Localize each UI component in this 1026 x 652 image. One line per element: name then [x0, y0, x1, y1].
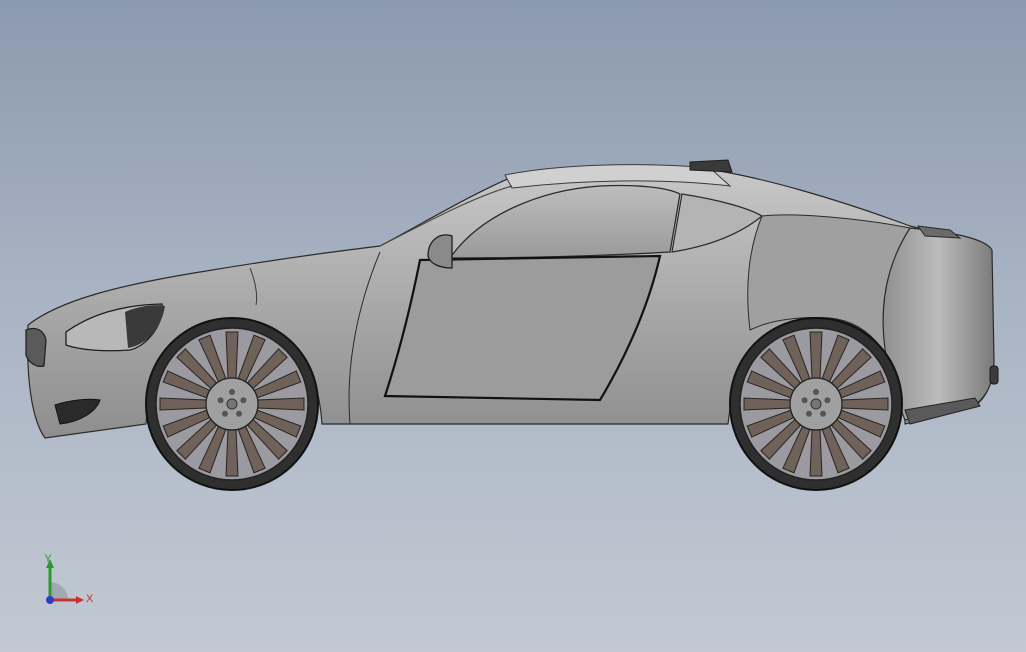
lug-nut	[824, 397, 831, 404]
x-axis-arrow	[76, 596, 84, 604]
y-axis-label: Y	[44, 553, 52, 565]
wheel-spoke	[225, 331, 239, 379]
wheel-spoke	[743, 397, 791, 411]
z-axis-origin	[46, 596, 54, 604]
lug-nut	[240, 397, 247, 404]
tail-light	[989, 365, 999, 385]
wheel-spoke	[225, 429, 239, 477]
center-cap	[226, 398, 238, 410]
x-axis-label: X	[86, 593, 94, 605]
lug-nut	[820, 410, 827, 417]
roof-antenna	[689, 159, 733, 173]
front-wheel[interactable]	[145, 317, 319, 491]
front-grille	[25, 327, 47, 367]
lug-nut	[813, 389, 819, 395]
rear-wheel[interactable]	[729, 317, 903, 491]
wheel-spoke	[809, 331, 823, 379]
lug-nut	[805, 410, 812, 417]
center-cap	[810, 398, 822, 410]
lug-nut	[801, 397, 808, 404]
lug-nut	[217, 397, 224, 404]
car-model[interactable]	[0, 0, 1026, 652]
lug-nut	[221, 410, 228, 417]
wheel-spoke	[257, 397, 305, 411]
wheel-spoke	[841, 397, 889, 411]
lug-nut	[236, 410, 243, 417]
wheel-spoke	[159, 397, 207, 411]
wheel-spoke	[809, 429, 823, 477]
coordinate-triad: Y X	[36, 552, 100, 612]
3d-viewport[interactable]	[0, 0, 1026, 652]
lug-nut	[229, 389, 235, 395]
